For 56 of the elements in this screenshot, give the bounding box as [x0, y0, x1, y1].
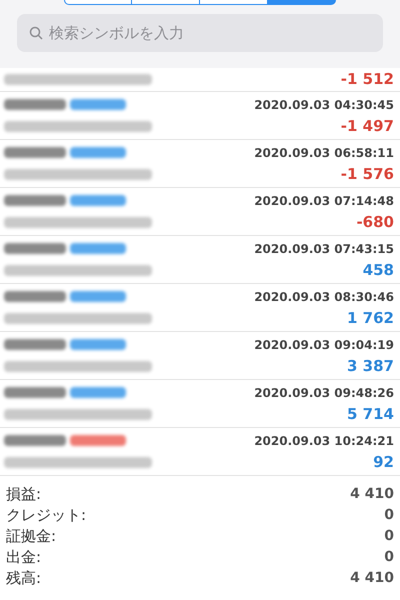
deal-row[interactable]: 2020.09.03 09:04:19 3 387 [0, 332, 400, 380]
blurred-symbol [4, 339, 66, 350]
profit-value: 458 [362, 260, 394, 282]
deal-time: 2020.09.03 07:14:48 [254, 192, 394, 210]
summary-value: 0 [384, 548, 394, 567]
deal-time: 2020.09.03 09:48:26 [254, 384, 394, 402]
profit-value: 5 714 [347, 404, 394, 426]
profit-value: 92 [373, 452, 394, 474]
summary-value: 0 [384, 506, 394, 525]
blurred-symbol [4, 435, 66, 446]
summary-value: 0 [384, 527, 394, 546]
blurred-symbol [4, 243, 66, 254]
deal-row[interactable]: 2020.09.03 10:24:21 92 [0, 428, 400, 476]
profit-value: -1 497 [340, 116, 394, 138]
blurred-symbol [4, 147, 66, 158]
deal-row[interactable]: 2020.09.03 07:43:15 458 [0, 236, 400, 284]
blurred-deal-type [70, 243, 126, 254]
profit-value: -1 512 [340, 69, 394, 90]
blurred-deal-type [70, 291, 126, 302]
search-field[interactable]: 検索シンボルを入力 [17, 14, 383, 52]
summary-label: クレジット: [6, 505, 86, 526]
blurred-deal-type [70, 147, 126, 158]
deal-time: 2020.09.03 10:24:21 [254, 432, 394, 450]
blurred-deal-type [70, 99, 126, 110]
blurred-symbol [4, 99, 66, 110]
profit-value: -680 [356, 212, 394, 234]
blurred-symbol [4, 291, 66, 302]
deal-row[interactable]: 2020.09.03 04:30:45 -1 497 [0, 92, 400, 140]
summary-label: 損益: [6, 484, 42, 506]
summary-label: 残高: [6, 568, 42, 590]
search-icon [29, 26, 43, 40]
segment-tab[interactable] [200, 0, 268, 5]
deal-row[interactable]: 2020.09.03 09:48:26 5 714 [0, 380, 400, 428]
summary-label: 出金: [6, 547, 42, 568]
blurred-deal-type [70, 387, 126, 398]
blurred-symbol [4, 195, 66, 206]
segment-tab[interactable] [132, 0, 200, 5]
deal-row[interactable]: 2020.09.03 07:14:48 -680 [0, 188, 400, 236]
deal-row[interactable]: 2020.09.03 06:58:11 -1 576 [0, 140, 400, 188]
summary-value: 4 410 [350, 569, 394, 588]
summary-label: 証拠金: [6, 526, 56, 548]
deal-time: 2020.09.03 06:58:11 [254, 144, 394, 162]
summary-value: 4 410 [350, 485, 394, 504]
profit-value: 3 387 [347, 356, 394, 378]
segment-tab[interactable] [64, 0, 132, 5]
profit-value: -1 576 [340, 164, 394, 186]
deal-time: 2020.09.03 04:30:45 [254, 96, 394, 114]
blurred-deal-type [70, 435, 126, 446]
deal-time: 2020.09.03 07:43:15 [254, 240, 394, 258]
profit-value: 1 762 [347, 308, 394, 330]
blurred-symbol [4, 387, 66, 398]
deal-time: 2020.09.03 08:30:46 [254, 288, 394, 306]
deal-time: 2020.09.03 09:04:19 [254, 336, 394, 354]
blurred-deal-type [70, 195, 126, 206]
deal-row[interactable]: 2020.09.03 08:30:46 1 762 [0, 284, 400, 332]
blurred-deal-type [70, 339, 126, 350]
